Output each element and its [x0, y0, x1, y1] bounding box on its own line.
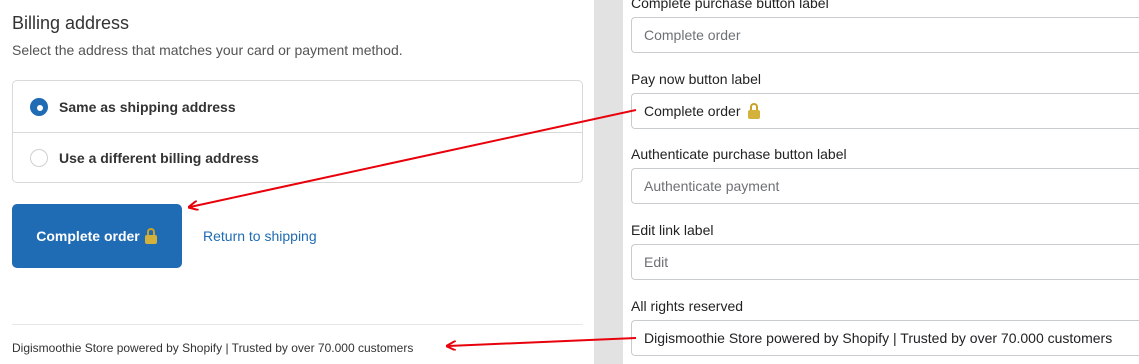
radio-checked-icon[interactable] — [30, 97, 48, 116]
all-rights-reserved-input[interactable]: Digismoothie Store powered by Shopify | … — [631, 320, 1139, 356]
input-placeholder: Authenticate payment — [644, 178, 780, 194]
field-label-pay-now: Pay now button label — [631, 71, 761, 87]
input-placeholder: Edit — [644, 254, 669, 270]
footer-divider — [12, 324, 583, 325]
edit-link-label-input[interactable]: Edit — [631, 244, 1139, 280]
field-label-complete-purchase: Complete purchase button label — [631, 0, 829, 11]
field-label-all-rights: All rights reserved — [631, 298, 744, 314]
lock-icon — [747, 103, 761, 119]
panel-divider — [594, 0, 623, 364]
checkout-preview: Billing address Select the address that … — [0, 0, 594, 364]
billing-address-subtitle: Select the address that matches your car… — [12, 42, 403, 58]
input-value: Digismoothie Store powered by Shopify | … — [644, 330, 1113, 346]
option-label: Use a different billing address — [59, 150, 259, 166]
option-same-as-shipping[interactable]: Same as shipping address — [13, 81, 582, 132]
billing-address-title: Billing address — [12, 13, 130, 33]
authenticate-label-input[interactable]: Authenticate payment — [631, 168, 1139, 204]
pay-now-label-input[interactable]: Complete order — [631, 93, 1139, 129]
field-label-edit-link: Edit link label — [631, 222, 714, 238]
option-different-billing[interactable]: Use a different billing address — [13, 132, 582, 182]
return-to-shipping-link[interactable]: Return to shipping — [203, 228, 317, 244]
billing-options: Same as shipping address Use a different… — [12, 80, 583, 183]
lock-icon — [144, 228, 158, 244]
complete-purchase-label-input[interactable]: Complete order — [631, 17, 1139, 53]
input-placeholder: Complete order — [644, 27, 741, 43]
field-label-authenticate: Authenticate purchase button label — [631, 146, 847, 162]
input-value: Complete order — [644, 103, 741, 119]
radio-unchecked-icon[interactable] — [30, 149, 48, 167]
complete-order-button[interactable]: Complete order — [12, 204, 182, 268]
complete-order-label: Complete order — [36, 228, 140, 244]
settings-panel: Complete purchase button label Complete … — [623, 0, 1139, 364]
footer-text: Digismoothie Store powered by Shopify | … — [12, 341, 414, 355]
option-label: Same as shipping address — [59, 98, 236, 115]
